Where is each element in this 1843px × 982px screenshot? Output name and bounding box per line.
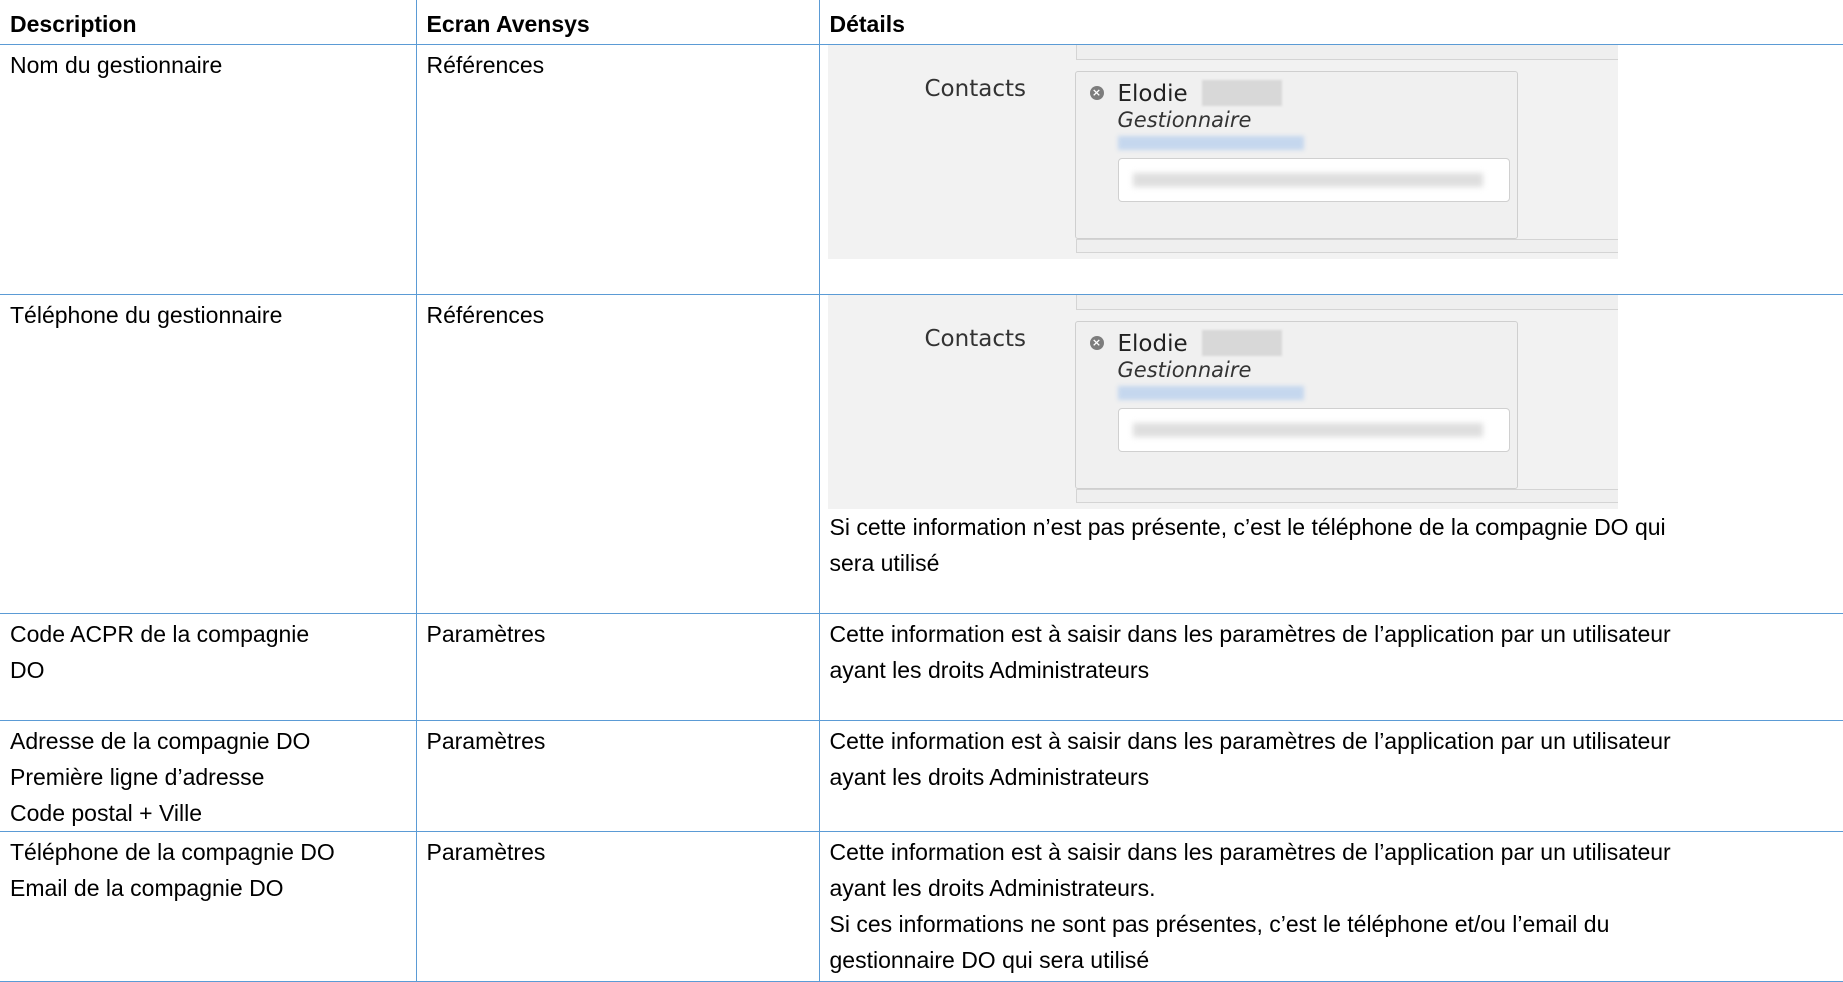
contacts-label: Contacts xyxy=(924,326,1026,352)
description-line: DO xyxy=(10,657,45,683)
table-row: Code ACPR de la compagnie DO Paramètres … xyxy=(0,613,1843,721)
screenshot-field-strip xyxy=(1075,295,1618,310)
table-row: Téléphone du gestionnaire Références Con… xyxy=(0,294,1843,614)
remove-contact-icon: × xyxy=(1089,86,1104,100)
redacted-email xyxy=(1132,423,1483,437)
details-cell: Cette information est à saisir dans les … xyxy=(818,613,1843,721)
contact-card: × Elodie Gestionnaire xyxy=(1074,71,1518,239)
screenshot-field-strip xyxy=(1075,239,1618,253)
details-line: Si ces informations ne sont pas présente… xyxy=(829,911,1610,937)
description-line: Code postal + Ville xyxy=(10,800,203,826)
details-line: ayant les droits Administrateurs. xyxy=(829,875,1156,901)
description-line: Nom du gestionnaire xyxy=(10,52,223,78)
ecran-cell: Références xyxy=(415,44,820,295)
remove-contact-icon: × xyxy=(1089,336,1104,350)
description-cell: Téléphone du gestionnaire xyxy=(0,294,417,614)
description-cell: Nom du gestionnaire xyxy=(0,44,417,295)
redacted-email-field xyxy=(1117,408,1510,452)
contact-role: Gestionnaire xyxy=(1117,108,1252,132)
description-line: Téléphone de la compagnie DO xyxy=(10,839,335,865)
contacts-label: Contacts xyxy=(924,76,1026,102)
redacted-phone xyxy=(1117,136,1304,150)
screenshot-field-strip xyxy=(1075,489,1618,503)
contacts-screenshot: Contacts × Elodie Gestionnaire xyxy=(827,45,1618,259)
details-line: gestionnaire DO qui sera utilisé xyxy=(829,947,1150,973)
screenshot-field-strip xyxy=(1075,45,1618,60)
details-line: ayant les droits Administrateurs xyxy=(829,657,1150,683)
description-line: Code ACPR de la compagnie xyxy=(10,621,310,647)
details-cell: Cette information est à saisir dans les … xyxy=(818,831,1843,982)
details-line: Cette information est à saisir dans les … xyxy=(829,728,1671,754)
contact-role: Gestionnaire xyxy=(1117,358,1252,382)
header-description: Description xyxy=(0,0,417,45)
ecran-cell: Paramètres xyxy=(415,831,820,982)
ecran-cell: Paramètres xyxy=(415,613,820,721)
header-details: Détails xyxy=(818,0,1843,45)
description-cell: Téléphone de la compagnie DO Email de la… xyxy=(0,831,417,982)
details-line: Si cette information n’est pas présente,… xyxy=(829,514,1666,540)
details-line: ayant les droits Administrateurs xyxy=(829,764,1150,790)
redacted-email-field xyxy=(1117,158,1510,202)
redacted-phone xyxy=(1117,386,1304,400)
ecran-cell: Références xyxy=(415,294,820,614)
description-line: Adresse de la compagnie DO xyxy=(10,728,311,754)
table-row: Nom du gestionnaire Références Contacts … xyxy=(0,44,1843,295)
header-ecran: Ecran Avensys xyxy=(415,0,820,45)
contact-card: × Elodie Gestionnaire xyxy=(1074,321,1518,489)
info-table: Description Ecran Avensys Détails Nom du… xyxy=(0,0,1843,982)
description-line: Première ligne d’adresse xyxy=(10,764,265,790)
details-line: Cette information est à saisir dans les … xyxy=(829,621,1671,647)
description-cell: Code ACPR de la compagnie DO xyxy=(0,613,417,721)
description-line: Téléphone du gestionnaire xyxy=(10,302,283,328)
details-cell: Cette information est à saisir dans les … xyxy=(818,720,1843,832)
description-line: Email de la compagnie DO xyxy=(10,875,284,901)
details-cell: Contacts × Elodie Gestionnaire Si cette … xyxy=(818,294,1843,614)
table-row: Téléphone de la compagnie DO Email de la… xyxy=(0,831,1843,982)
details-line: Cette information est à saisir dans les … xyxy=(829,839,1671,865)
details-cell: Contacts × Elodie Gestionnaire xyxy=(818,44,1843,295)
description-cell: Adresse de la compagnie DO Première lign… xyxy=(0,720,417,832)
details-line: sera utilisé xyxy=(829,550,940,576)
redacted-email xyxy=(1132,173,1483,187)
ecran-cell: Paramètres xyxy=(415,720,820,832)
table-row: Adresse de la compagnie DO Première lign… xyxy=(0,720,1843,832)
contacts-screenshot: Contacts × Elodie Gestionnaire xyxy=(827,295,1618,509)
table-header-row: Description Ecran Avensys Détails xyxy=(0,0,1843,45)
